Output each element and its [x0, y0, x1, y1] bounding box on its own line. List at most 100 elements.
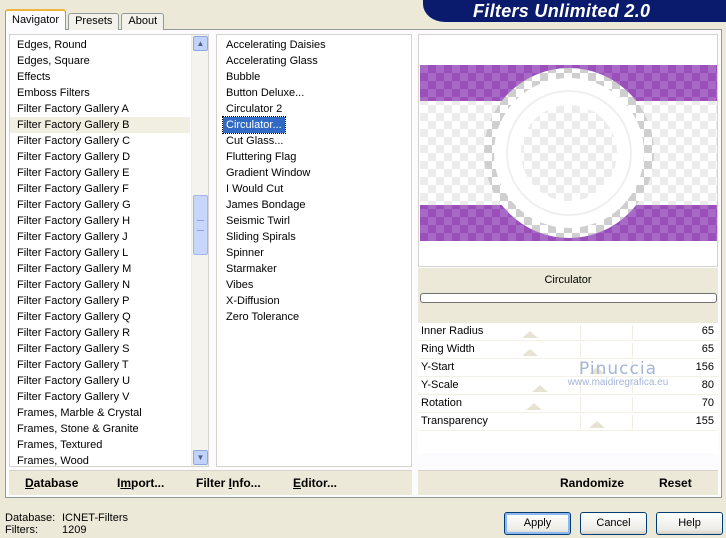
category-item[interactable]: Filter Factory Gallery C [10, 133, 190, 149]
filter-item[interactable]: Gradient Window [223, 165, 313, 181]
filter-name-area: Circulator [418, 268, 718, 323]
category-item[interactable]: Frames, Textured [10, 437, 190, 453]
slider-thumb[interactable] [522, 349, 538, 356]
filter-item[interactable]: Vibes [223, 277, 256, 293]
category-item[interactable]: Filter Factory Gallery V [10, 389, 190, 405]
filter-item[interactable]: Circulator 2 [223, 101, 285, 117]
param-row[interactable]: Inner Radius 65 [418, 323, 718, 341]
category-item[interactable]: Effects [10, 69, 190, 85]
category-item[interactable]: Filter Factory Gallery L [10, 245, 190, 261]
category-item[interactable]: Filter Factory Gallery B [10, 117, 190, 133]
filter-item[interactable]: Button Deluxe... [223, 85, 307, 101]
import-button[interactable]: Import... [117, 476, 164, 490]
database-label: Database: [5, 512, 56, 524]
slider-thumb[interactable] [526, 403, 542, 410]
slider-thumb[interactable] [589, 421, 605, 428]
param-row[interactable]: Ring Width 65 [418, 341, 718, 359]
slider-tick [632, 325, 633, 339]
param-value: 70 [701, 397, 714, 409]
filter-item[interactable]: Starmaker [223, 261, 280, 277]
randomize-button[interactable]: Randomize [560, 476, 624, 490]
category-item[interactable]: Filter Factory Gallery P [10, 293, 190, 309]
preview-image [420, 65, 717, 241]
category-item[interactable]: Filter Factory Gallery H [10, 213, 190, 229]
category-item[interactable]: Filter Factory Gallery E [10, 165, 190, 181]
filter-item[interactable]: Sliding Spirals [223, 229, 299, 245]
filter-item[interactable]: James Bondage [223, 197, 309, 213]
category-item[interactable]: Filter Factory Gallery Q [10, 309, 190, 325]
slider-tick [580, 343, 581, 357]
param-label: Transparency [421, 415, 488, 427]
category-item[interactable]: Frames, Stone & Granite [10, 421, 190, 437]
category-item[interactable]: Filter Factory Gallery T [10, 357, 190, 373]
scroll-up-button[interactable]: ▲ [193, 36, 208, 51]
cancel-button[interactable]: Cancel [580, 512, 647, 535]
param-value: 80 [701, 379, 714, 391]
apply-button[interactable]: Apply [504, 512, 571, 535]
category-item[interactable]: Edges, Round [10, 37, 190, 53]
param-row[interactable]: Y-Scale 80 [418, 377, 718, 395]
category-item[interactable]: Frames, Marble & Crystal [10, 405, 190, 421]
slider-thumb[interactable] [532, 385, 548, 392]
slider-thumb[interactable] [522, 331, 538, 338]
category-item[interactable]: Emboss Filters [10, 85, 190, 101]
filter-item[interactable]: Spinner [223, 245, 267, 261]
category-scrollbar[interactable]: ▲ ▼ [191, 35, 208, 466]
category-item[interactable]: Filter Factory Gallery F [10, 181, 190, 197]
status-info: Database: ICNET-Filters Filters: 1209 [5, 512, 128, 536]
category-item[interactable]: Filter Factory Gallery R [10, 325, 190, 341]
param-row[interactable]: Rotation 70 [418, 395, 718, 413]
database-button[interactable]: Database [25, 476, 78, 490]
reset-button[interactable]: Reset [659, 476, 692, 490]
category-list[interactable]: Edges, Round Edges, Square Effects Emboss F… [9, 34, 209, 467]
scroll-down-button[interactable]: ▼ [193, 450, 208, 465]
slider-tick [580, 397, 581, 411]
category-item[interactable]: Filter Factory Gallery N [10, 277, 190, 293]
category-item[interactable]: Filter Factory Gallery U [10, 373, 190, 389]
category-item[interactable]: Filter Factory Gallery S [10, 341, 190, 357]
help-button[interactable]: Help [656, 512, 723, 535]
filter-item[interactable]: Zero Tolerance [223, 309, 302, 325]
scroll-thumb[interactable] [193, 195, 208, 255]
tab-about[interactable]: About [121, 13, 165, 30]
filter-item[interactable]: Bubble [223, 69, 263, 85]
category-item[interactable]: Frames, Wood [10, 453, 190, 466]
category-item[interactable]: Filter Factory Gallery A [10, 101, 190, 117]
category-item[interactable]: Edges, Square [10, 53, 190, 69]
filter-item[interactable]: Circulator... [222, 116, 286, 134]
tab-presets[interactable]: Presets [68, 13, 120, 30]
filter-item[interactable]: Cut Glass... [223, 133, 286, 149]
chevron-down-icon: ▼ [196, 453, 205, 462]
filter-item[interactable]: Seismic Twirl [223, 213, 293, 229]
param-label: Inner Radius [421, 325, 484, 337]
filter-item[interactable]: Accelerating Glass [223, 53, 321, 69]
slider-tick [632, 397, 633, 411]
slider-tick [632, 415, 633, 429]
param-row[interactable]: Y-Start 156 [418, 359, 718, 377]
filter-item[interactable]: I Would Cut [223, 181, 286, 197]
param-label: Ring Width [421, 343, 475, 355]
category-item[interactable]: Filter Factory Gallery J [10, 229, 190, 245]
filter-item[interactable]: Accelerating Daisies [223, 37, 329, 53]
filter-name: Circulator [544, 274, 592, 286]
filter-item[interactable]: Fluttering Flag [223, 149, 299, 165]
param-row[interactable]: Transparency 155 [418, 413, 718, 431]
filter-list[interactable]: Accelerating Daisies Accelerating Glass Bu… [216, 34, 412, 467]
category-item[interactable]: Filter Factory Gallery D [10, 149, 190, 165]
filter-items: Accelerating Daisies Accelerating Glass Bu… [222, 37, 329, 325]
tab-navigator[interactable]: Navigator [5, 9, 67, 30]
category-items: Edges, Round Edges, Square Effects Emboss F… [10, 37, 190, 466]
preview-pane [418, 34, 718, 267]
editor-button[interactable]: Editor... [293, 476, 337, 490]
slider-tick [580, 325, 581, 339]
category-item[interactable]: Filter Factory Gallery M [10, 261, 190, 277]
database-value: ICNET-Filters [62, 512, 128, 524]
slider-thumb[interactable] [589, 367, 605, 374]
preview-toolbar: Randomize Reset [418, 470, 718, 495]
filter-item[interactable]: X-Diffusion [223, 293, 283, 309]
category-item[interactable]: Filter Factory Gallery G [10, 197, 190, 213]
filters-label: Filters: [5, 524, 38, 536]
chevron-up-icon: ▲ [196, 39, 205, 48]
filter-info-button[interactable]: Filter Info... [196, 476, 261, 490]
slider-tick [632, 361, 633, 375]
